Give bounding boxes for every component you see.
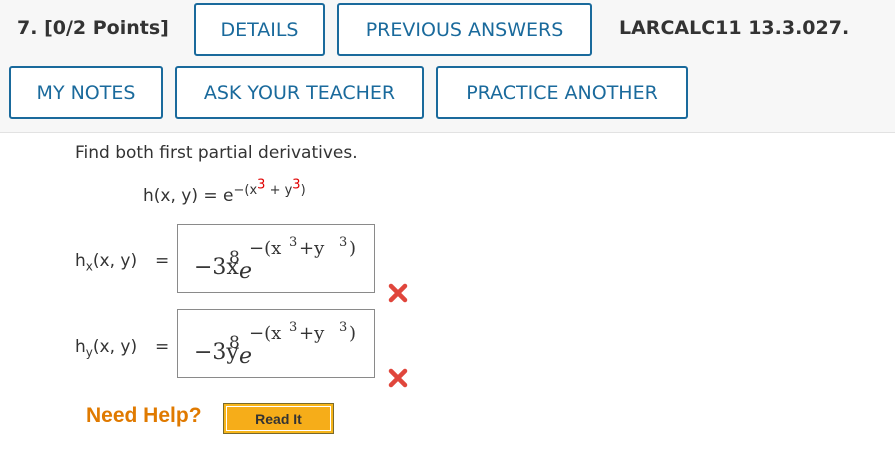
incorrect-x-mark-icon — [388, 283, 408, 303]
answer-base: e — [239, 344, 252, 369]
label-args: (x, y) — [92, 251, 138, 271]
question-header: 7. [0/2 Points] DETAILS PREVIOUS ANSWERS… — [0, 0, 895, 133]
equals-sign: = — [155, 251, 170, 271]
previous-answers-button[interactable]: PREVIOUS ANSWERS — [337, 3, 592, 56]
label-main: h — [75, 251, 86, 271]
exponent-prefix: −(x — [233, 183, 258, 199]
problem-instruction: Find both first partial derivatives. — [75, 143, 358, 163]
answer-exp-plus: +y — [299, 323, 325, 344]
label-args: (x, y) — [92, 337, 138, 357]
my-notes-button[interactable]: MY NOTES — [9, 66, 163, 119]
question-number: 7. [0/2 Points] — [17, 17, 169, 39]
answer-label-hy: hy(x, y) — [75, 337, 137, 359]
answer-base: e — [239, 259, 252, 284]
ask-teacher-button[interactable]: ASK YOUR TEACHER — [175, 66, 424, 119]
function-definition: h(x, y) = e−(x3 + y3) — [143, 178, 306, 206]
exponent-suffix: ) — [300, 183, 306, 199]
equals-sign: = — [155, 337, 170, 357]
answer-exp-close: ) — [349, 323, 356, 344]
incorrect-x-mark-icon — [388, 368, 408, 388]
exponent-mid: + y — [265, 183, 293, 199]
function-lhs: h(x, y) = e — [143, 185, 234, 206]
answer-exp-power-1: 3 — [289, 320, 297, 335]
need-help-label: Need Help? — [86, 404, 202, 427]
read-it-label: Read It — [226, 406, 331, 431]
answer-exp-power-1: 3 — [289, 235, 297, 250]
read-it-button[interactable]: Read It — [223, 403, 334, 434]
label-main: h — [75, 337, 86, 357]
question-id: LARCALC11 13.3.027. — [619, 17, 850, 39]
exponent-power-2: 3 — [292, 178, 301, 193]
answer-exp-open: −(x — [249, 323, 281, 344]
answer-label-hx: hx(x, y) — [75, 251, 137, 273]
answer-exp-power-2: 3 — [339, 235, 347, 250]
label-sub: x — [85, 259, 93, 274]
practice-another-button[interactable]: PRACTICE ANOTHER — [436, 66, 688, 119]
question-points: [0/2 Points] — [44, 17, 169, 39]
label-sub: y — [85, 345, 93, 360]
answer-field-hy[interactable]: −3y 8 e −(x 3 +y 3 ) — [177, 309, 375, 378]
question-number-label: 7. — [17, 17, 38, 39]
answer-exp-close: ) — [349, 238, 356, 259]
answer-field-hx[interactable]: −3x 8 e −(x 3 +y 3 ) — [177, 224, 375, 293]
answer-exp-plus: +y — [299, 238, 325, 259]
details-button[interactable]: DETAILS — [194, 3, 325, 56]
answer-exp-open: −(x — [249, 238, 281, 259]
answer-exp-power-2: 3 — [339, 320, 347, 335]
